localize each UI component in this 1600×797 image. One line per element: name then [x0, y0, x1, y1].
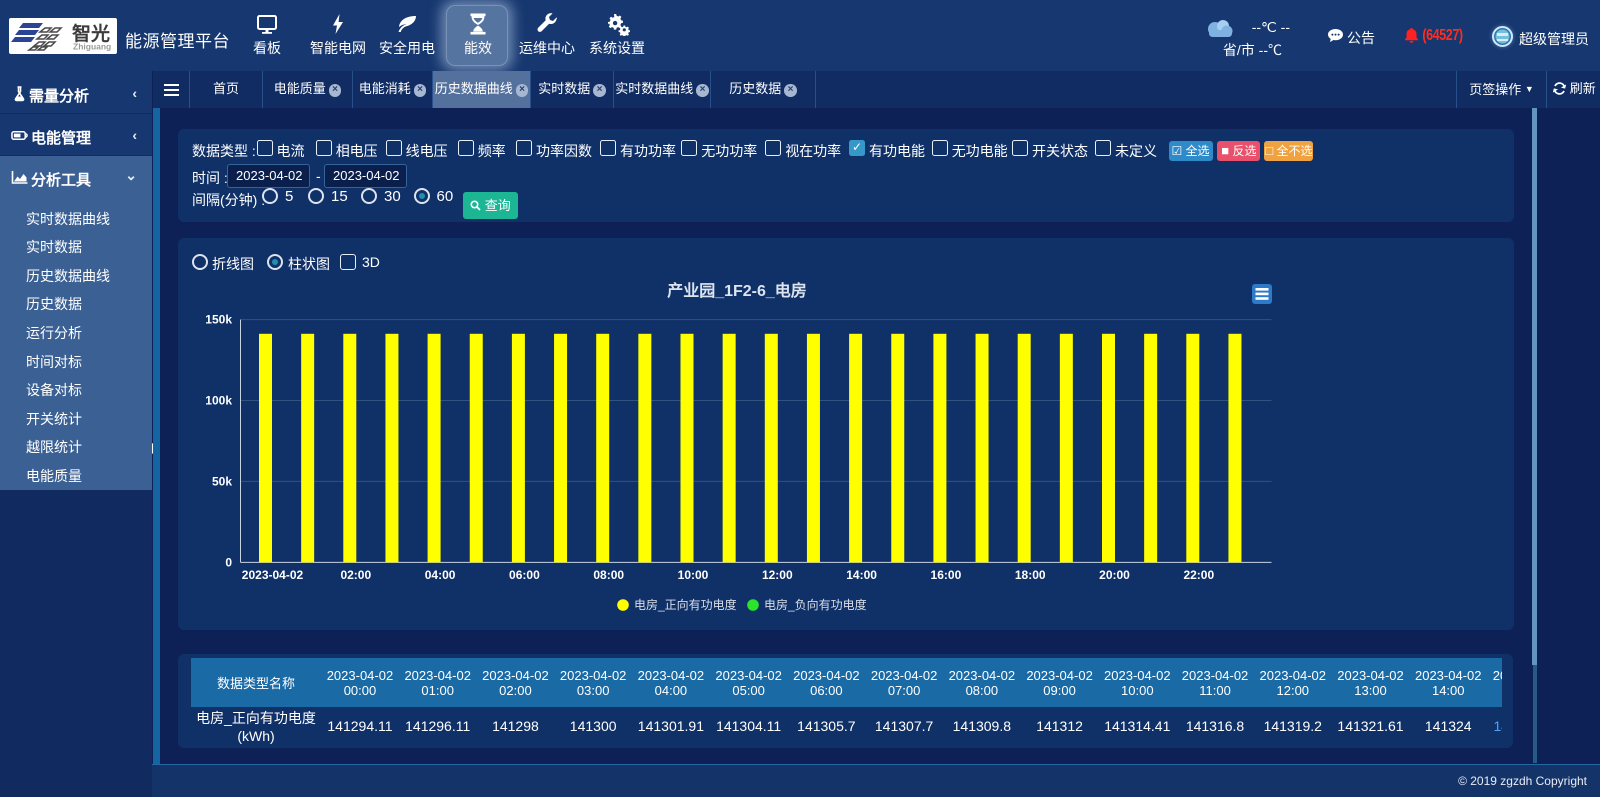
- svg-text:2023-04-02: 2023-04-02: [242, 568, 304, 582]
- svg-text:06:00: 06:00: [509, 568, 540, 582]
- svg-text:02:00: 02:00: [340, 568, 371, 582]
- svg-text:0: 0: [225, 555, 232, 569]
- svg-text:Zhiguang: Zhiguang: [73, 42, 111, 52]
- svg-text:10:00: 10:00: [678, 568, 709, 582]
- svg-text:08:00: 08:00: [593, 568, 624, 582]
- svg-text:12:00: 12:00: [762, 568, 793, 582]
- svg-text:16:00: 16:00: [931, 568, 962, 582]
- svg-text:14:00: 14:00: [846, 568, 877, 582]
- svg-text:04:00: 04:00: [425, 568, 456, 582]
- svg-text:150k: 150k: [205, 313, 232, 327]
- svg-text:50k: 50k: [212, 474, 232, 488]
- svg-text:电房_负向有功电度: 电房_负向有功电度: [764, 597, 867, 612]
- svg-text:18:00: 18:00: [1015, 568, 1046, 582]
- svg-text:22:00: 22:00: [1183, 568, 1214, 582]
- svg-text:20:00: 20:00: [1099, 568, 1130, 582]
- svg-text:电房_正向有功电度: 电房_正向有功电度: [634, 597, 737, 612]
- svg-text:100k: 100k: [205, 394, 232, 408]
- svg-text:产业园_1F2-6_电房: 产业园_1F2-6_电房: [667, 281, 807, 300]
